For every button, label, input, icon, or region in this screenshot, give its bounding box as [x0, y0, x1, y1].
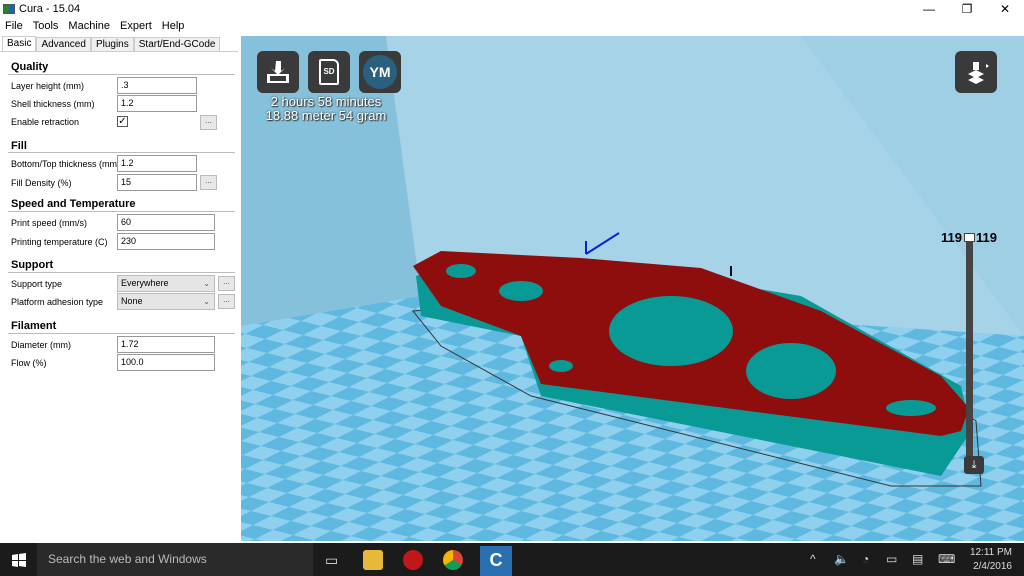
menu-expert[interactable]: Expert: [115, 18, 157, 34]
minimize-button[interactable]: —: [910, 0, 948, 18]
youmagine-button[interactable]: YM: [359, 51, 401, 93]
print-speed-input[interactable]: 60: [117, 214, 215, 231]
material-usage: 18.88 meter 54 gram: [265, 108, 387, 123]
bottom-top-thickness-input[interactable]: 1.2: [117, 155, 197, 172]
layer-slider[interactable]: [964, 233, 975, 456]
title-bar: Cura - 15.04 — ❐ ✕: [0, 0, 1024, 18]
section-speed-temperature: Speed and Temperature: [11, 198, 136, 210]
menu-tools[interactable]: Tools: [28, 18, 64, 34]
fill-density-input[interactable]: 15: [117, 174, 197, 191]
notifications-icon[interactable]: ▤: [912, 552, 923, 566]
platform-adhesion-value: None: [121, 296, 143, 306]
chrome-icon[interactable]: [443, 550, 463, 570]
bottom-top-thickness-label: Bottom/Top thickness (mm): [11, 159, 121, 169]
tab-basic[interactable]: Basic: [2, 36, 37, 52]
diameter-input[interactable]: 1.72: [117, 336, 215, 353]
date: 2/4/2016: [973, 561, 1012, 572]
volume-icon[interactable]: 🔈: [834, 552, 849, 566]
view-mode-button[interactable]: [955, 51, 997, 93]
cura-app-icon: [3, 4, 15, 14]
battery-icon[interactable]: ▭: [886, 552, 897, 566]
clock[interactable]: 12:11 PM 2/4/2016: [970, 546, 1012, 574]
keyboard-icon[interactable]: ⌨: [938, 552, 955, 566]
enable-retraction-checkbox[interactable]: ✓: [117, 116, 128, 127]
chevron-up-icon[interactable]: ^: [810, 552, 816, 566]
divider: [8, 333, 235, 334]
chevron-down-icon: ⌄: [203, 297, 210, 306]
wifi-icon[interactable]: ◔: [862, 552, 869, 566]
menu-machine[interactable]: Machine: [63, 18, 115, 34]
chevron-down-icon: ⌄: [203, 279, 210, 288]
support-type-value: Everywhere: [121, 278, 169, 288]
sd-card-icon: SD: [319, 59, 339, 85]
app-icon[interactable]: [403, 550, 423, 570]
model-hole: [746, 343, 836, 399]
adhesion-options-button[interactable]: ...: [218, 294, 235, 309]
menu-bar: File Tools Machine Expert Help: [0, 18, 189, 34]
section-filament: Filament: [11, 320, 57, 332]
section-support: Support: [11, 259, 54, 271]
print-time: 2 hours 58 minutes: [270, 94, 382, 109]
layer-max-label: 119: [976, 230, 997, 245]
windows-start-icon[interactable]: [12, 553, 26, 567]
file-explorer-icon[interactable]: [363, 550, 383, 570]
close-button[interactable]: ✕: [986, 0, 1024, 18]
tab-plugins[interactable]: Plugins: [90, 37, 134, 52]
load-tray-icon: [267, 61, 289, 83]
platform-adhesion-select[interactable]: None ⌄: [117, 293, 215, 310]
divider: [8, 211, 235, 212]
cura-taskbar-icon[interactable]: C: [480, 546, 512, 576]
settings-panel: Quality Layer height (mm) .3 Shell thick…: [0, 51, 238, 540]
support-options-button[interactable]: ...: [218, 276, 235, 291]
layer-height-input[interactable]: .3: [117, 77, 197, 94]
platform-adhesion-label: Platform adhesion type: [11, 297, 104, 307]
model-hole: [499, 281, 543, 301]
diameter-label: Diameter (mm): [11, 340, 71, 350]
layer-min-label: 119: [941, 230, 962, 245]
divider: [8, 152, 235, 153]
time: 12:11 PM: [969, 547, 1012, 558]
save-to-sd-button[interactable]: SD: [308, 51, 350, 93]
3d-viewport[interactable]: SD YM 2 hours 58 minutes 18.88 meter 54 …: [241, 36, 1024, 541]
layers-view-icon: [968, 62, 989, 84]
task-view-icon[interactable]: ▭: [325, 552, 338, 569]
layer-height-label: Layer height (mm): [11, 81, 85, 91]
load-model-button[interactable]: [257, 51, 299, 93]
support-type-label: Support type: [11, 279, 63, 289]
printing-temperature-label: Printing temperature (C): [11, 237, 108, 247]
taskbar-search-input[interactable]: Search the web and Windows: [37, 543, 313, 576]
flow-input[interactable]: 100.0: [117, 354, 215, 371]
shell-thickness-label: Shell thickness (mm): [11, 99, 95, 109]
fill-options-button[interactable]: ...: [200, 175, 217, 190]
menu-file[interactable]: File: [0, 18, 28, 34]
divider: [8, 272, 235, 273]
download-icon[interactable]: ⤓: [964, 456, 984, 474]
enable-retraction-label: Enable retraction: [11, 117, 80, 127]
menu-help[interactable]: Help: [157, 18, 190, 34]
section-fill: Fill: [11, 140, 27, 152]
flow-label: Flow (%): [11, 358, 47, 368]
taskbar: Search the web and Windows ▭ C ^ 🔈 ◔ ▭ ▤…: [0, 543, 1024, 576]
printing-temperature-input[interactable]: 230: [117, 233, 215, 250]
shell-thickness-input[interactable]: 1.2: [117, 95, 197, 112]
divider: [8, 74, 235, 75]
tab-advanced[interactable]: Advanced: [36, 37, 91, 52]
retraction-options-button[interactable]: ...: [200, 115, 217, 130]
layer-slider-handle[interactable]: [964, 233, 975, 242]
tab-start-end-gcode[interactable]: Start/End-GCode: [133, 37, 221, 52]
print-info: 2 hours 58 minutes 18.88 meter 54 gram: [251, 95, 401, 123]
section-quality: Quality: [11, 61, 49, 73]
support-type-select[interactable]: Everywhere ⌄: [117, 275, 215, 292]
maximize-button[interactable]: ❐: [948, 0, 986, 18]
fill-density-label: Fill Density (%): [11, 178, 72, 188]
window-title: Cura - 15.04: [19, 3, 81, 15]
print-speed-label: Print speed (mm/s): [11, 218, 88, 228]
model-hole: [609, 296, 733, 366]
youmagine-icon: YM: [363, 55, 397, 89]
